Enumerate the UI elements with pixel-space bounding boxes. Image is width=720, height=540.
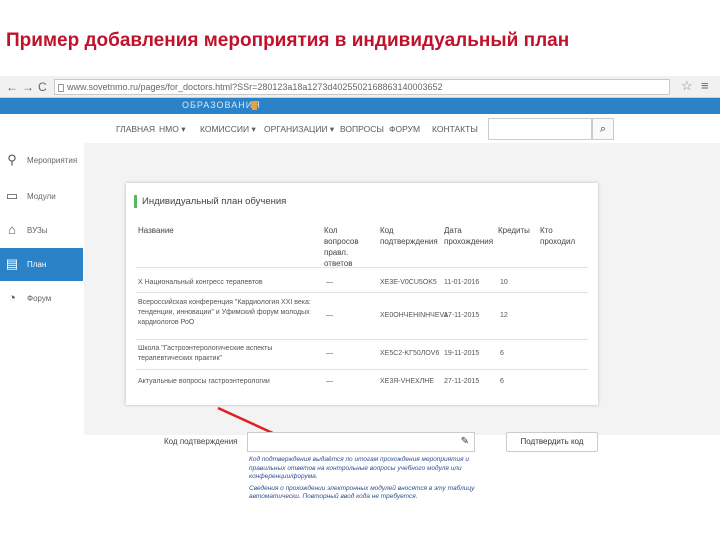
col-header-questions: Кол вопросов правл. ответов — [324, 226, 359, 268]
back-icon[interactable]: ← — [6, 79, 18, 95]
table-cell-code: XE3Я-VHEXЛHE — [380, 378, 434, 385]
code-input[interactable]: ✎ — [247, 432, 475, 452]
table-cell-code: XE5C2-KГ50ЛOV6 — [380, 350, 440, 357]
panel-title: Индивидуальный план обучения — [134, 195, 286, 208]
table-cell-name: Школа "Гастроэнтерологические аспекты те… — [138, 345, 273, 362]
sidebar-item-events[interactable]: ⚲ Мероприятия — [0, 144, 83, 177]
table-cell-date: 27-11-2015 — [444, 378, 480, 385]
table-cell-questions: — — [326, 312, 333, 319]
sidebar: ⚲ Мероприятия ▭ Модули ⌂ ВУЗы ▤ План ◔ Ф… — [0, 144, 83, 314]
col-header-credits: Кредиты — [498, 226, 530, 235]
nav-item-commissions[interactable]: КОМИССИИ ▾ — [200, 124, 256, 135]
sidebar-item-label: ВУЗы — [27, 226, 48, 235]
site-logo-text: ОБРАЗОВАНИЯ — [182, 100, 261, 110]
sidebar-item-label: Мероприятия — [27, 156, 78, 165]
confirm-code-button[interactable]: Подтвердить код — [506, 432, 598, 452]
logo-mark — [252, 101, 257, 110]
url-text: www.sovetnmo.ru/pages/for_doctors.html?S… — [67, 82, 443, 92]
forward-icon[interactable]: → — [22, 79, 34, 95]
table-cell-questions: — — [326, 279, 333, 286]
person-icon: ⚲ — [7, 152, 17, 167]
nav-item-forum[interactable]: ФОРУМ — [389, 124, 420, 134]
slide-title: Пример добавления мероприятия в индивиду… — [6, 30, 570, 51]
row-divider — [136, 339, 588, 340]
row-divider — [136, 369, 588, 370]
table-cell-code: XE3E-V0CU5OK5 — [380, 279, 437, 286]
table-cell-credits: 6 — [500, 378, 504, 385]
pencil-icon: ✎ — [460, 436, 469, 447]
table-cell-questions: — — [326, 350, 333, 357]
table-cell-date: 19-11-2015 — [444, 350, 480, 357]
sidebar-item-modules[interactable]: ▭ Модули — [0, 180, 83, 213]
col-header-date: Дата прохождения — [444, 226, 494, 246]
col-header-code: Код подтверждения — [380, 226, 438, 246]
table-cell-date: 11-01-2016 — [444, 279, 480, 286]
table-cell-credits: 12 — [500, 312, 508, 319]
table-cell-credits: 6 — [500, 350, 504, 357]
help-paragraph: Сведения о прохождении электронных модул… — [249, 484, 475, 501]
nav-item-home[interactable]: ГЛАВНАЯ — [116, 124, 155, 134]
nav-item-questions[interactable]: ВОПРОСЫ — [340, 124, 384, 134]
table-cell-code: XE0OHЧEHINHЧEVA — [380, 312, 449, 319]
site-header: ОБРАЗОВАНИЯ — [0, 98, 720, 114]
table-cell-date: 17-11-2015 — [444, 312, 480, 319]
reload-icon[interactable]: C — [38, 79, 47, 95]
col-header-name: Название — [138, 226, 174, 235]
table-cell-name: Всероссийская конференция "Кардиология X… — [138, 299, 311, 326]
search-icon: ⌕ — [599, 123, 607, 135]
plan-panel: Индивидуальный план обучения Название Ко… — [126, 183, 598, 405]
browser-toolbar: ← → C www.sovetnmo.ru/pages/for_doctors.… — [0, 76, 720, 98]
nav-item-organizations[interactable]: ОРГАНИЗАЦИИ ▾ — [264, 124, 334, 135]
monitor-icon: ▭ — [5, 188, 19, 203]
table-cell-questions: — — [326, 378, 333, 385]
browser-menu-icon[interactable]: ≡ — [701, 78, 709, 93]
search-input[interactable] — [488, 118, 592, 140]
code-field-label: Код подтверждения — [164, 437, 238, 446]
sidebar-item-universities[interactable]: ⌂ ВУЗы — [0, 214, 83, 247]
col-header-passed: Кто проходил — [540, 226, 576, 246]
header-divider — [136, 267, 588, 268]
sidebar-item-label: Модули — [27, 192, 56, 201]
sidebar-item-label: План — [27, 260, 47, 269]
nav-item-nmo[interactable]: НМО ▾ — [159, 124, 185, 135]
sidebar-item-forum[interactable]: ◔ Форум — [0, 282, 83, 315]
help-text: Код подтверждения выдаётся по итогам про… — [249, 456, 479, 505]
bookmark-star-icon[interactable]: ☆ — [681, 78, 693, 94]
search-button[interactable]: ⌕ — [592, 118, 614, 140]
table-cell-name: Актуальные вопросы гастроэнтерологии — [138, 378, 270, 385]
help-paragraph: Код подтверждения выдаётся по итогам про… — [249, 456, 470, 480]
chat-icon: ◔ — [8, 290, 16, 305]
table-cell-credits: 10 — [500, 279, 508, 286]
table-cell-name: X Национальный конгресс терапевтов — [138, 279, 263, 286]
address-bar[interactable]: www.sovetnmo.ru/pages/for_doctors.html?S… — [54, 79, 670, 95]
page-icon — [58, 84, 64, 92]
sidebar-item-plan[interactable]: ▤ План — [0, 248, 83, 281]
row-divider — [136, 292, 588, 293]
plan-icon: ▤ — [5, 256, 19, 271]
institution-icon: ⌂ — [8, 222, 16, 237]
nav-item-contacts[interactable]: КОНТАКТЫ — [432, 124, 478, 134]
sidebar-item-label: Форум — [27, 294, 52, 303]
